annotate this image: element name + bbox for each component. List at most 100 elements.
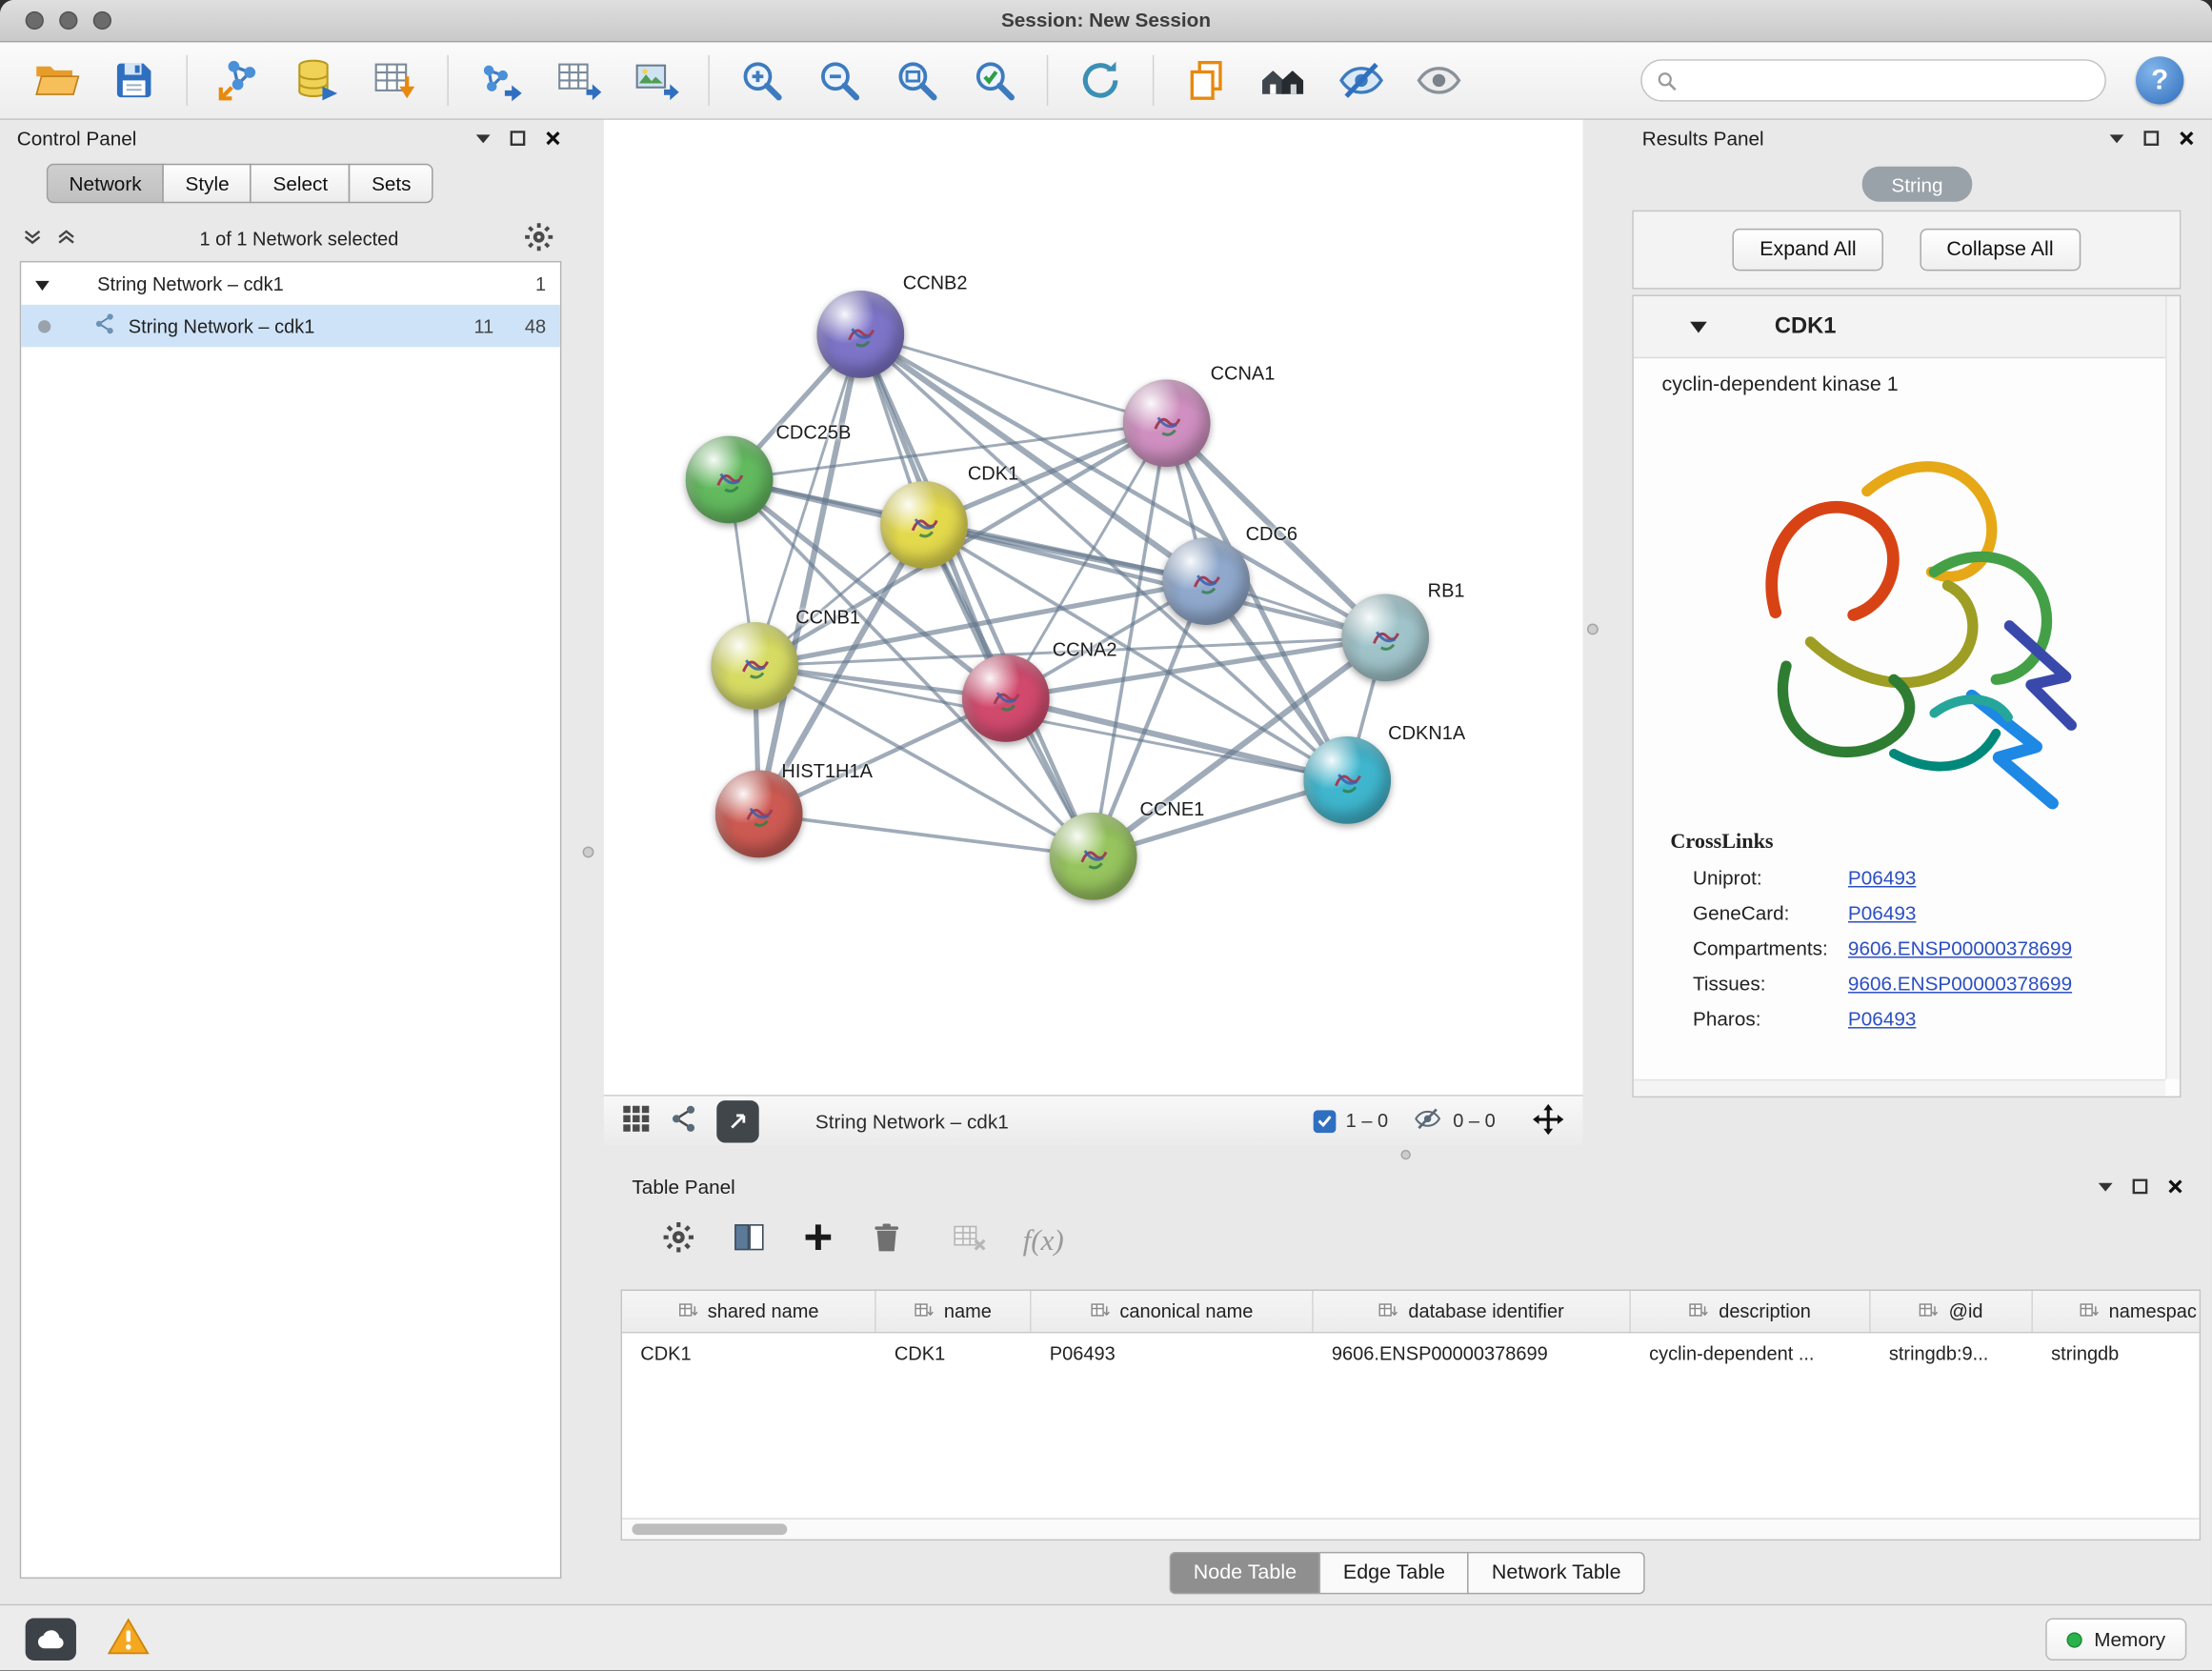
- network-node-cdc25b[interactable]: [686, 436, 774, 524]
- cell-description[interactable]: cyclin-dependent ...: [1631, 1333, 1871, 1372]
- table-row[interactable]: CDK1 CDK1 P06493 9606.ENSP00000378699 cy…: [622, 1333, 2200, 1372]
- cell-canonical-name[interactable]: P06493: [1032, 1333, 1314, 1372]
- table-settings-gear-icon[interactable]: [660, 1218, 697, 1262]
- column-header-database-identifier[interactable]: database identifier: [1314, 1291, 1631, 1332]
- export-table-button[interactable]: [545, 50, 613, 111]
- network-node-ccnb2[interactable]: [816, 291, 904, 378]
- collapse-all-button[interactable]: Collapse All: [1920, 229, 2080, 271]
- cell-name[interactable]: CDK1: [876, 1333, 1032, 1372]
- warnings-button[interactable]: [108, 1617, 150, 1663]
- close-panel-icon[interactable]: [545, 130, 562, 147]
- splitter-handle-right[interactable]: [1587, 624, 1599, 635]
- help-button[interactable]: ?: [2136, 56, 2183, 104]
- open-session-button[interactable]: [23, 50, 90, 111]
- apply-layout-button[interactable]: [1067, 50, 1135, 111]
- houses-icon: [1258, 56, 1309, 104]
- network-row-selected[interactable]: String Network – cdk1 11 48: [21, 305, 560, 347]
- collapse-all-networks-icon[interactable]: [56, 229, 76, 250]
- import-table-file-button[interactable]: [361, 50, 429, 111]
- network-node-ccne1[interactable]: [1050, 813, 1137, 900]
- cell-id[interactable]: stringdb:9...: [1871, 1333, 2033, 1372]
- cell-namespace[interactable]: stringdb: [2033, 1333, 2201, 1372]
- network-options-gear-icon[interactable]: [522, 220, 556, 258]
- network-node-cdc6[interactable]: [1162, 537, 1250, 625]
- zoom-selected-button[interactable]: [960, 50, 1028, 111]
- hidden-eye-slash-icon[interactable]: [1412, 1105, 1443, 1137]
- export-view-button[interactable]: [716, 1099, 758, 1141]
- hide-selected-button[interactable]: [1327, 50, 1395, 111]
- float-panel-icon[interactable]: [2132, 1178, 2149, 1196]
- column-header-canonical-name[interactable]: canonical name: [1032, 1291, 1314, 1332]
- tab-network-table[interactable]: Network Table: [1468, 1552, 1645, 1594]
- column-header-name[interactable]: name: [876, 1291, 1032, 1332]
- tab-network[interactable]: Network: [47, 164, 164, 203]
- expand-all-networks-icon[interactable]: [23, 229, 43, 250]
- crosslink-link[interactable]: P06493: [1848, 866, 1916, 889]
- crosslink-link[interactable]: 9606.ENSP00000378699: [1848, 936, 2072, 959]
- zoom-in-button[interactable]: [728, 50, 795, 111]
- zoom-out-button[interactable]: [806, 50, 874, 111]
- search-input[interactable]: [1687, 70, 2091, 91]
- disclosure-triangle-icon[interactable]: [35, 273, 50, 294]
- delete-column-trash-icon[interactable]: [869, 1219, 904, 1261]
- network-canvas[interactable]: CCNB2CCNA1CDC25BCDK1CDC6RB1CCNB1CCNA2CDK…: [604, 120, 1583, 1095]
- collapse-panel-icon[interactable]: [2109, 133, 2124, 143]
- network-node-cdkn1a[interactable]: [1303, 736, 1391, 824]
- close-panel-icon[interactable]: [2167, 1178, 2184, 1196]
- tab-sets[interactable]: Sets: [349, 164, 433, 203]
- horizontal-scrollbar[interactable]: [1634, 1079, 2165, 1097]
- tab-select[interactable]: Select: [251, 164, 351, 203]
- expand-all-button[interactable]: Expand All: [1733, 229, 1883, 271]
- cell-shared-name[interactable]: CDK1: [622, 1333, 876, 1372]
- birds-eye-view-icon[interactable]: [621, 1103, 653, 1138]
- float-panel-icon[interactable]: [2142, 130, 2160, 147]
- network-share-icon[interactable]: [669, 1103, 700, 1138]
- homes-button[interactable]: [1250, 50, 1317, 111]
- vertical-scrollbar[interactable]: [2165, 296, 2180, 1079]
- selected-nodes-checkbox[interactable]: [1314, 1110, 1337, 1133]
- add-column-plus-icon[interactable]: [801, 1220, 835, 1261]
- show-all-button[interactable]: [1405, 50, 1473, 111]
- string-tab-badge[interactable]: String: [1862, 167, 1973, 202]
- network-node-rb1[interactable]: [1341, 594, 1429, 681]
- save-session-button[interactable]: [100, 50, 168, 111]
- cloud-button[interactable]: [26, 1619, 76, 1661]
- network-node-hist1h1a[interactable]: [715, 771, 803, 858]
- close-panel-icon[interactable]: [2178, 130, 2195, 147]
- edge-count: 48: [525, 315, 546, 336]
- column-header-id[interactable]: @id: [1871, 1291, 2033, 1332]
- network-node-ccnb1[interactable]: [711, 622, 798, 710]
- crosslink-link[interactable]: P06493: [1848, 1007, 1916, 1030]
- export-image-button[interactable]: [622, 50, 690, 111]
- tab-node-table[interactable]: Node Table: [1170, 1552, 1321, 1594]
- scrollbar-thumb[interactable]: [632, 1523, 787, 1535]
- column-header-namespace[interactable]: namespac: [2033, 1291, 2201, 1332]
- splitter-handle-left[interactable]: [583, 847, 594, 858]
- tab-style[interactable]: Style: [163, 164, 251, 203]
- network-collection-row[interactable]: String Network – cdk1 1: [21, 262, 560, 304]
- export-network-button[interactable]: [467, 50, 534, 111]
- column-header-description[interactable]: description: [1631, 1291, 1871, 1332]
- import-network-database-button[interactable]: [284, 50, 352, 111]
- collapse-panel-icon[interactable]: [475, 133, 491, 143]
- show-columns-icon[interactable]: [731, 1218, 768, 1262]
- network-node-cdk1[interactable]: [880, 481, 968, 569]
- zoom-fit-button[interactable]: [883, 50, 951, 111]
- crosslink-link[interactable]: P06493: [1848, 901, 1916, 924]
- memory-button[interactable]: Memory: [2046, 1619, 2186, 1661]
- tab-edge-table[interactable]: Edge Table: [1319, 1552, 1469, 1594]
- column-header-shared-name[interactable]: shared name: [622, 1291, 876, 1332]
- import-network-file-button[interactable]: [206, 50, 273, 111]
- copy-pages-button[interactable]: [1173, 50, 1240, 111]
- cell-database-identifier[interactable]: 9606.ENSP00000378699: [1314, 1333, 1631, 1372]
- crosslink-link[interactable]: 9606.ENSP00000378699: [1848, 972, 2072, 995]
- network-node-label: CDC25B: [775, 422, 851, 443]
- network-node-ccna1[interactable]: [1123, 379, 1211, 467]
- collapse-panel-icon[interactable]: [2098, 1181, 2113, 1191]
- disclosure-triangle-icon[interactable]: [1690, 313, 1707, 339]
- protein-card-header[interactable]: CDK1: [1634, 296, 2180, 358]
- float-panel-icon[interactable]: [510, 130, 527, 147]
- pan-move-icon[interactable]: [1531, 1101, 1566, 1140]
- network-node-ccna2[interactable]: [962, 654, 1050, 742]
- table-horizontal-scrollbar[interactable]: [622, 1518, 2200, 1539]
